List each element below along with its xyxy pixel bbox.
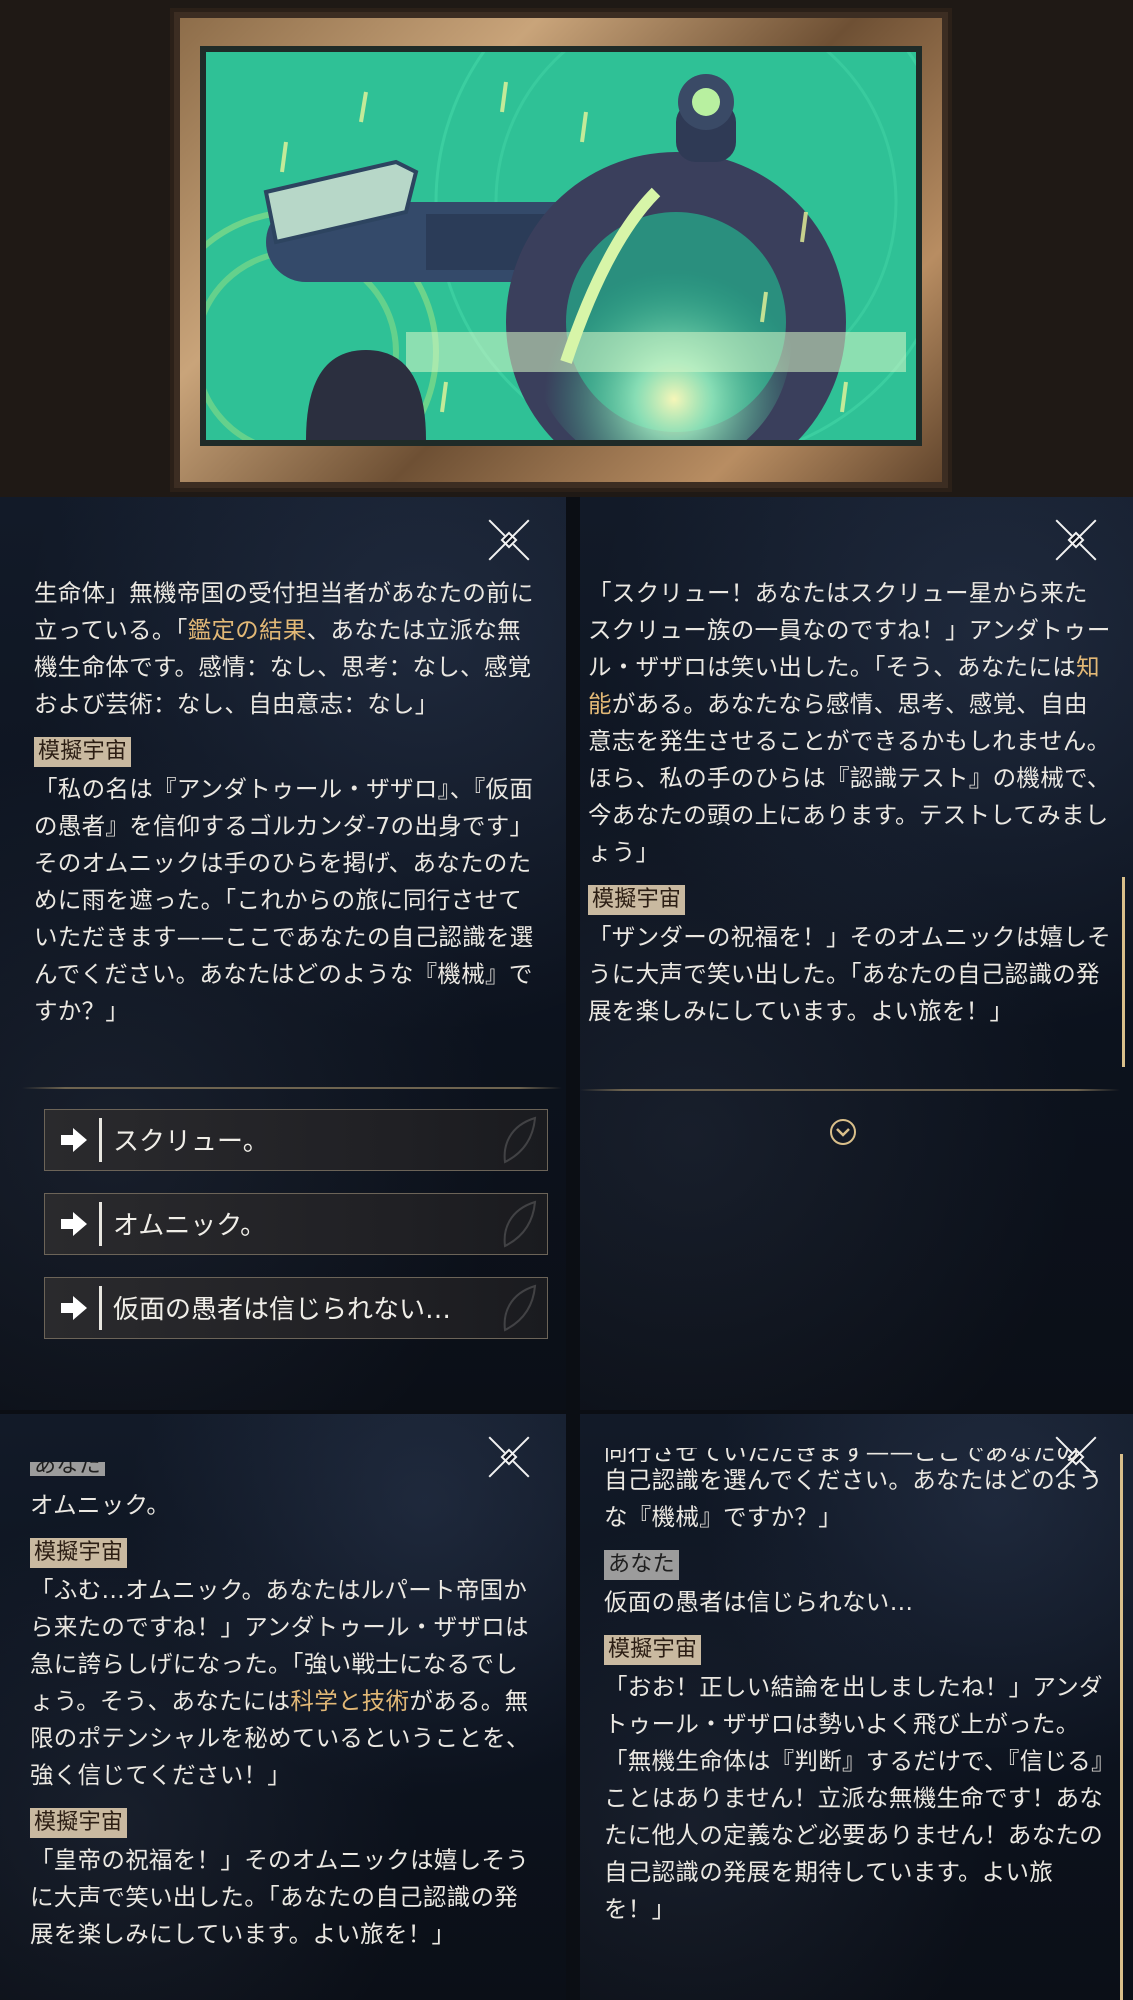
- highlight-keyword: 科学と技術: [290, 1687, 410, 1715]
- option-label: オムニック。: [113, 1211, 267, 1241]
- narration-text: 「スクリュー！あなたはスクリュー星から来たスクリュー族の一員なのですね！」アンダ…: [588, 579, 1111, 681]
- option-label: 仮面の愚者は信じられない…: [113, 1295, 452, 1325]
- speech-paragraph: 「私の名は『アンダトゥール・ザザロ』、『仮面の愚者』を信仰するゴルカンダ-7の出…: [34, 775, 534, 1025]
- leaf-ornament-icon: [503, 1284, 537, 1332]
- speaker-tag: 模擬宇宙: [34, 737, 132, 767]
- options-separator: [580, 1089, 1120, 1091]
- ornate-picture-frame: [170, 8, 952, 492]
- option-bar: [99, 1118, 102, 1162]
- speaker-tag: 模擬宇宙: [588, 885, 686, 915]
- options-separator: [22, 1087, 562, 1089]
- dialog-panel-4: 同行させていただきます——ここであなたの 自己認識を選んでください。あなたはどの…: [580, 1414, 1133, 2000]
- chevron-down-icon[interactable]: [828, 1117, 858, 1147]
- player-answer: オムニック。: [30, 1491, 171, 1519]
- leaf-ornament-icon: [503, 1200, 537, 1248]
- arrow-right-icon: [61, 1212, 87, 1236]
- speaker-tag-you-cut: あなた: [30, 1462, 105, 1476]
- dialog-text: 「スクリュー！あなたはスクリュー星から来たスクリュー族の一員なのですね！」アンダ…: [588, 575, 1111, 1030]
- dialog-text: 同行させていただきます——ここであなたの 自己認識を選んでください。あなたはどの…: [604, 1448, 1111, 1928]
- scrollbar[interactable]: [1122, 877, 1125, 1067]
- close-icon[interactable]: [1055, 519, 1097, 561]
- narration-paragraph: 生命体」無機帝国の受付担当者があなたの前に立っている。「鑑定の結果、あなたは立派…: [34, 575, 536, 723]
- dialog-text: あなた オムニック。 模擬宇宙 「ふむ…オムニック。あなたはルパート帝国から来た…: [30, 1450, 536, 1953]
- speaker-tag: 模擬宇宙: [604, 1635, 702, 1665]
- option-screw[interactable]: スクリュー。: [44, 1109, 548, 1171]
- speech-paragraph: 「おお！正しい結論を出しましたね！」アンダトゥール・ザザロは勢いよく飛び上がった…: [604, 1673, 1104, 1923]
- option-bar: [99, 1202, 102, 1246]
- player-answer: 仮面の愚者は信じられない…: [604, 1588, 914, 1616]
- narration-paragraph: 自己認識を選んでください。あなたはどのような『機械』ですか？」: [604, 1466, 1103, 1531]
- narration-text: がある。あなたなら感情、思考、感覚、自由意志を発生させることができるかもしれませ…: [588, 690, 1111, 866]
- speaker-tag: 模擬宇宙: [30, 1538, 128, 1568]
- option-omnic[interactable]: オムニック。: [44, 1193, 548, 1255]
- dialog-panel-3: あなた オムニック。 模擬宇宙 「ふむ…オムニック。あなたはルパート帝国から来た…: [0, 1414, 566, 2000]
- scrollbar[interactable]: [1120, 1454, 1123, 2000]
- option-label: スクリュー。: [113, 1127, 269, 1157]
- speech-paragraph: 「皇帝の祝福を！」そのオムニックは嬉しそうに大声で笑い出した。「あなたの自己認識…: [30, 1846, 530, 1948]
- omnic-rain-illustration: [206, 52, 916, 440]
- dialog-panel-2: 「スクリュー！あなたはスクリュー星から来たスクリュー族の一員なのですね！」アンダ…: [580, 497, 1133, 1410]
- speech-paragraph: 「ザンダーの祝福を！」そのオムニックは嬉しそうに大声で笑い出した。「あなたの自己…: [588, 923, 1111, 1025]
- dialog-panel-1: 生命体」無機帝国の受付担当者があなたの前に立っている。「鑑定の結果、あなたは立派…: [0, 497, 566, 1410]
- illustration-window: [200, 46, 922, 446]
- narration-paragraph: 「スクリュー！あなたはスクリュー星から来たスクリュー族の一員なのですね！」アンダ…: [588, 575, 1111, 871]
- narration-paragraph: 「ふむ…オムニック。あなたはルパート帝国から来たのですね！」アンダトゥール・ザザ…: [30, 1572, 536, 1794]
- arrow-right-icon: [61, 1296, 87, 1320]
- option-bar: [99, 1286, 102, 1330]
- panel-divider-vertical: [566, 497, 580, 2000]
- option-no-belief[interactable]: 仮面の愚者は信じられない…: [44, 1277, 548, 1339]
- speaker-tag-you: あなた: [604, 1550, 679, 1580]
- highlight-keyword: 鑑定の結果: [187, 616, 307, 644]
- cut-off-line: 同行させていただきます——ここであなたの: [604, 1448, 1080, 1462]
- dialog-text: 生命体」無機帝国の受付担当者があなたの前に立っている。「鑑定の結果、あなたは立派…: [34, 575, 536, 1030]
- illustration-svg: [206, 52, 916, 440]
- event-illustration-area: [0, 0, 1133, 497]
- leaf-ornament-icon: [503, 1116, 537, 1164]
- close-icon[interactable]: [488, 519, 530, 561]
- speaker-tag: 模擬宇宙: [30, 1808, 128, 1838]
- arrow-right-icon: [61, 1128, 87, 1152]
